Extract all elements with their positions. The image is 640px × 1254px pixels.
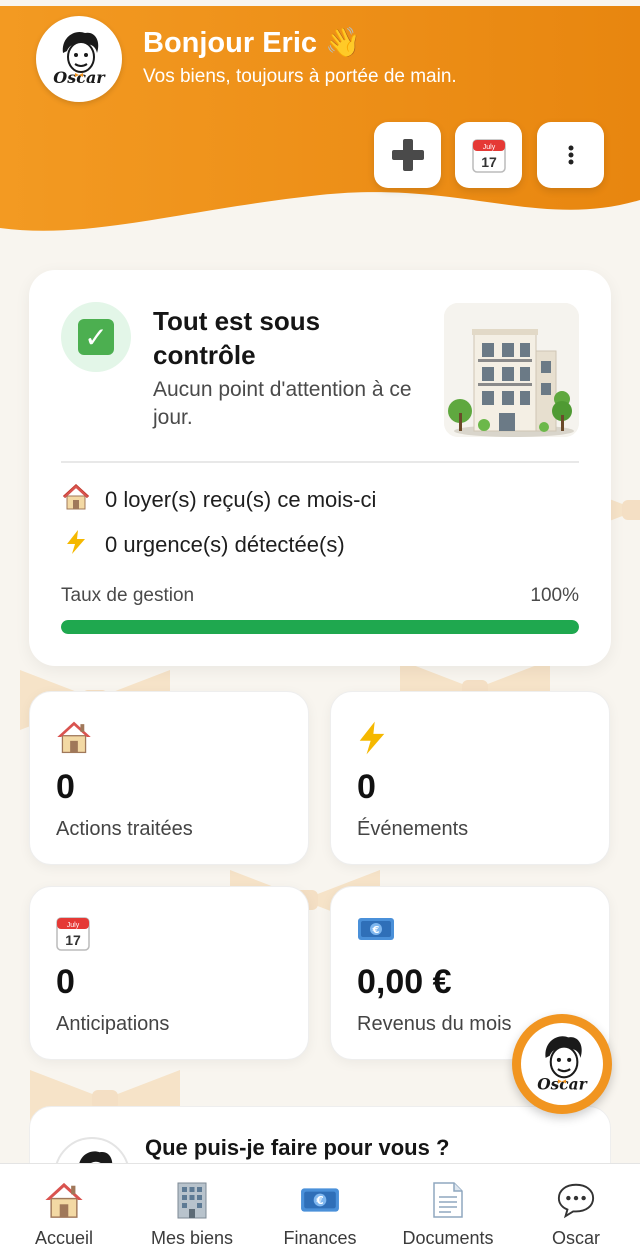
status-check-badge: ✓ <box>61 302 131 372</box>
management-rate-value: 100% <box>530 585 579 606</box>
office-building-icon <box>172 1180 212 1220</box>
lightning-icon <box>61 529 91 561</box>
add-button[interactable] <box>374 122 441 188</box>
stat-label: Anticipations <box>56 1013 170 1035</box>
svg-text:17: 17 <box>65 932 81 948</box>
stat-value: 0,00 € <box>357 963 452 1001</box>
nav-item-properties[interactable]: Mes biens <box>128 1164 256 1254</box>
check-icon: ✓ <box>78 319 114 355</box>
building-illustration <box>444 303 579 437</box>
bottom-navigation: Accueil Mes biens € Finances Documents O… <box>0 1163 640 1254</box>
status-title: Tout est sous contrôle <box>153 306 321 370</box>
svg-text:July: July <box>482 144 495 151</box>
stat-value: 0 <box>357 768 376 806</box>
nav-item-finances[interactable]: € Finances <box>256 1164 384 1254</box>
status-subtitle: Aucun point d'attention à ce jour. <box>153 378 412 429</box>
house-icon <box>61 483 91 516</box>
oscar-logo[interactable]: Oscar <box>36 16 122 102</box>
oscar-avatar: Oscar <box>521 1023 603 1105</box>
svg-text:July: July <box>67 922 80 929</box>
stat-card-actions[interactable]: 0 Actions traitées <box>29 691 309 865</box>
status-card: ✓ Tout est sous contrôle Aucun point d'a… <box>29 270 611 666</box>
management-rate-label: Taux de gestion <box>61 585 195 606</box>
stat-label: Événements <box>357 818 469 840</box>
svg-text:€: € <box>315 1195 323 1207</box>
stat-label: Actions traitées <box>56 818 193 840</box>
calendar-icon: July 17 <box>56 915 92 951</box>
more-options-button[interactable] <box>537 122 604 188</box>
oscar-chat-button[interactable]: Oscar <box>512 1014 612 1114</box>
rent-received-row: 0 loyer(s) reçu(s) ce mois-ci <box>61 483 377 516</box>
nav-label: Documents <box>402 1228 494 1248</box>
lightning-icon <box>357 720 393 756</box>
stat-value: 0 <box>56 963 75 1001</box>
urgencies-row: 0 urgence(s) détectée(s) <box>61 529 345 561</box>
nav-item-home[interactable]: Accueil <box>0 1164 128 1254</box>
logo-text: Oscar <box>53 68 106 87</box>
header: Oscar Bonjour Eric 👋 Vos biens, toujours… <box>0 0 640 240</box>
calendar-button[interactable]: July 17 <box>455 122 522 188</box>
nav-label: Accueil <box>34 1228 94 1248</box>
nav-label: Finances <box>283 1228 357 1248</box>
nav-label: Oscar <box>551 1228 600 1248</box>
assistant-question: Que puis-je faire pour vous ? <box>145 1135 450 1160</box>
progress-fill <box>61 620 579 634</box>
speech-bubble-icon <box>556 1180 596 1220</box>
plus-icon <box>391 139 424 171</box>
euro-banknote-icon: € <box>300 1180 340 1220</box>
greeting-subtitle: Vos biens, toujours à portée de main. <box>143 66 457 87</box>
nav-label: Mes biens <box>150 1228 234 1248</box>
stat-card-events[interactable]: 0 Événements <box>330 691 610 865</box>
divider <box>61 461 579 463</box>
svg-text:17: 17 <box>481 154 497 170</box>
management-rate-progress <box>61 620 579 634</box>
calendar-icon: July 17 <box>471 139 506 173</box>
stat-card-anticipations[interactable]: July 17 0 Anticipations <box>29 886 309 1060</box>
nav-item-documents[interactable]: Documents <box>384 1164 512 1254</box>
urgencies-text: 0 urgence(s) détectée(s) <box>105 532 345 557</box>
stat-label: Revenus du mois <box>357 1013 512 1035</box>
greeting-title: Bonjour Eric 👋 <box>143 27 362 59</box>
svg-text:€: € <box>372 925 380 936</box>
euro-banknote-icon: € <box>357 915 394 951</box>
house-icon <box>44 1180 84 1220</box>
nav-item-oscar[interactable]: Oscar <box>512 1164 640 1254</box>
document-icon <box>428 1180 468 1220</box>
house-icon <box>56 720 92 756</box>
rent-received-text: 0 loyer(s) reçu(s) ce mois-ci <box>105 487 377 512</box>
more-vertical-icon <box>568 145 573 165</box>
logo-text: Oscar <box>537 1076 588 1094</box>
stat-value: 0 <box>56 768 75 806</box>
